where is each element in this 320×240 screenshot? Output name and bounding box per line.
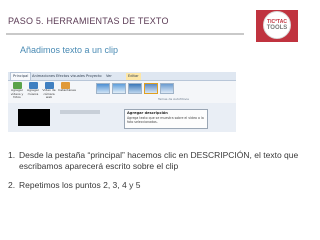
add-music-button: Agregar música [26, 82, 40, 96]
webcam-video-label: Vídeo de cámara web [42, 88, 56, 99]
tab-efectos-visuales: Efectos visuales [56, 74, 85, 78]
tab-principal: Principal [10, 72, 32, 80]
slide-title: PASO 5. HERRAMIENTAS DE TEXTO [8, 16, 169, 26]
automovie-theme-thumbnail [112, 83, 126, 94]
tooltip-body: Agrega texto que se muestra sobre el víd… [127, 116, 204, 124]
add-music-label: Agregar música [27, 88, 39, 96]
tab-animaciones: Animaciones [32, 74, 55, 78]
step-number: 1. [8, 150, 16, 160]
automovie-themes-label: Temas de AutoMovie [158, 97, 189, 101]
add-videos-photos-button: Agregar vídeos y fotos [10, 82, 24, 100]
webcam-video-button: Vídeo de cámara web [42, 82, 56, 100]
automovie-theme-thumbnail [128, 83, 142, 94]
list-item: 2. Repetimos los puntos 2, 3, 4 y 5 [8, 180, 314, 191]
title-underline [6, 33, 244, 35]
automovie-theme-thumbnail [96, 83, 110, 94]
list-item: 1. Desde la pestaña “principal” hacemos … [8, 150, 314, 172]
automovie-theme-thumbnail [160, 83, 174, 94]
storyboard-strip [60, 110, 100, 114]
logo-text-bottom: TOOLS [266, 24, 288, 31]
tab-proyecto: Proyecto [86, 74, 102, 78]
instruction-list: 1. Desde la pestaña “principal” hacemos … [8, 150, 314, 191]
ribbon-tabs: Principal Animaciones Efectos visuales P… [8, 72, 236, 81]
step-text: Repetimos los puntos 2, 3, 4 y 5 [19, 180, 141, 190]
tab-ver: Ver [106, 74, 112, 78]
movie-maker-screenshot: Principal Animaciones Efectos visuales P… [8, 72, 236, 132]
tab-editar: Editar [126, 73, 141, 80]
ribbon-toolbar: Agregar vídeos y fotos Agregar música Ví… [8, 81, 236, 103]
snapshot-button: Instantánea [58, 82, 76, 93]
tictac-tools-logo: TIC*TAC TOOLS [263, 11, 291, 39]
add-caption-tooltip: Agregar descripción Agrega texto que se … [124, 109, 208, 129]
add-videos-photos-label: Agregar vídeos y fotos [10, 88, 24, 99]
video-preview [18, 109, 50, 126]
step-text: Desde la pestaña “principal” hacemos cli… [19, 150, 299, 171]
snapshot-label: Instantánea [58, 88, 76, 92]
slide-subtitle: Añadimos texto a un clip [20, 45, 119, 55]
step-number: 2. [8, 180, 16, 190]
automovie-theme-thumbnail [144, 83, 158, 94]
